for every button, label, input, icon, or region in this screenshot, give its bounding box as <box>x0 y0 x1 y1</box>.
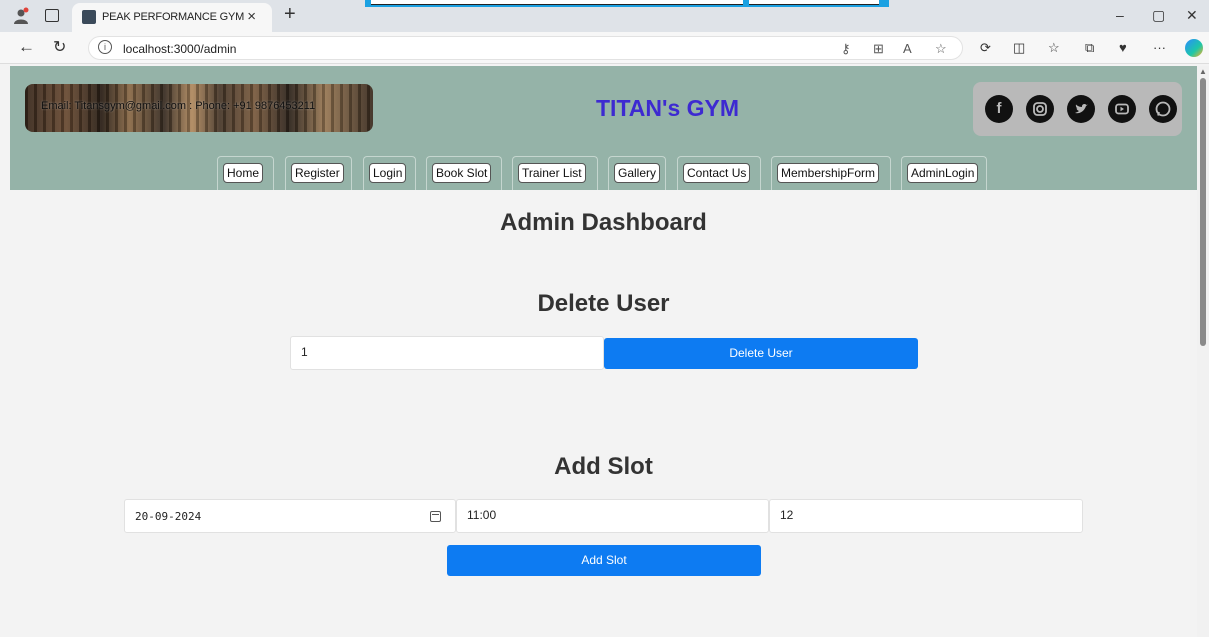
whatsapp-icon[interactable] <box>1149 95 1177 123</box>
more-options-icon[interactable]: ··· <box>1153 40 1166 55</box>
slot-time-input[interactable]: 11:00 <box>456 499 769 533</box>
copilot-icon[interactable] <box>1185 39 1203 57</box>
page-scrollbar[interactable]: ▲ <box>1197 66 1209 637</box>
delete-user-button[interactable]: Delete User <box>604 338 918 369</box>
nav-membership-form[interactable]: MembershipForm <box>771 156 891 190</box>
profile-icon[interactable] <box>12 7 30 25</box>
calendar-icon[interactable] <box>430 511 441 522</box>
scroll-up-icon[interactable]: ▲ <box>1199 67 1207 76</box>
instagram-icon[interactable] <box>1026 95 1054 123</box>
tab-title: PEAK PERFORMANCE GYM <box>102 11 245 23</box>
browser-tab-active[interactable]: PEAK PERFORMANCE GYM × <box>72 3 272 32</box>
browser-tab-bar: PEAK PERFORMANCE GYM × + – ▢ ✕ <box>0 0 1209 32</box>
scroll-thumb[interactable] <box>1200 78 1206 346</box>
gym-favicon-icon <box>82 10 96 24</box>
nav-contact-us-label[interactable]: Contact Us <box>683 163 751 183</box>
favorites-icon[interactable]: ☆ <box>1048 40 1060 56</box>
delete-user-heading: Delete User <box>537 290 670 317</box>
tab-actions-icon[interactable] <box>45 9 59 22</box>
nav-gallery[interactable]: Gallery <box>608 156 666 190</box>
split-screen-icon[interactable]: ◫ <box>1013 40 1025 56</box>
minimize-button[interactable]: – <box>1116 7 1124 23</box>
nav-home[interactable]: Home <box>217 156 274 190</box>
nav-contact-us[interactable]: Contact Us <box>677 156 761 190</box>
back-arrow-icon[interactable]: ← <box>18 37 35 57</box>
address-bar-row: ← ↻ i localhost:3000/admin ⚷ ⊞ A ☆ ⟳ ◫ ☆… <box>0 32 1209 64</box>
url-field[interactable]: i localhost:3000/admin ⚷ ⊞ A ☆ <box>88 36 963 60</box>
refresh-extension-icon[interactable]: ⟳ <box>980 40 991 56</box>
nav-login-label[interactable]: Login <box>369 163 407 183</box>
page-viewport: Email: Titansgym@gmail.com : Phone: +91 … <box>10 66 1197 637</box>
site-title: TITAN's GYM <box>596 95 740 121</box>
nav-gallery-label[interactable]: Gallery <box>614 163 661 183</box>
password-key-icon[interactable]: ⚷ <box>841 41 851 57</box>
social-links: f <box>973 82 1182 136</box>
slot-date-value: 20-09-2024 <box>135 510 202 523</box>
youtube-icon[interactable] <box>1108 95 1136 123</box>
nav-book-slot[interactable]: Book Slot <box>426 156 502 190</box>
nav-trainer-list[interactable]: Trainer List <box>512 156 598 190</box>
site-info-icon[interactable]: i <box>98 40 112 54</box>
restore-button[interactable]: ▢ <box>1152 7 1165 24</box>
new-tab-button[interactable]: + <box>284 3 296 26</box>
nav-trainer-list-label[interactable]: Trainer List <box>518 163 586 183</box>
add-slot-heading: Add Slot <box>554 453 653 480</box>
contact-banner: Email: Titansgym@gmail.com : Phone: +91 … <box>25 84 373 132</box>
refresh-icon[interactable]: ↻ <box>53 37 66 57</box>
nav-register-label[interactable]: Register <box>291 163 344 183</box>
site-header: Email: Titansgym@gmail.com : Phone: +91 … <box>10 66 1197 190</box>
nav-admin-login-label[interactable]: AdminLogin <box>907 163 979 183</box>
close-window-button[interactable]: ✕ <box>1186 7 1198 24</box>
contact-info: Email: Titansgym@gmail.com : Phone: +91 … <box>41 100 316 112</box>
url-text: localhost:3000/admin <box>123 42 237 56</box>
facebook-icon[interactable]: f <box>985 95 1013 123</box>
nav-admin-login[interactable]: AdminLogin <box>901 156 987 190</box>
app-available-icon[interactable]: ⊞ <box>873 41 884 57</box>
add-slot-button[interactable]: Add Slot <box>447 545 761 576</box>
nav-login[interactable]: Login <box>363 156 416 190</box>
collections-icon[interactable]: ⧉ <box>1085 40 1094 56</box>
favorite-star-icon[interactable]: ☆ <box>935 41 947 57</box>
nav-home-label[interactable]: Home <box>223 163 264 183</box>
nav-book-slot-label[interactable]: Book Slot <box>432 163 492 183</box>
nav-register[interactable]: Register <box>285 156 352 190</box>
nav-membership-form-label[interactable]: MembershipForm <box>777 163 880 183</box>
twitter-icon[interactable] <box>1067 95 1095 123</box>
user-id-input[interactable]: 1 <box>290 336 604 370</box>
tab-close-icon[interactable]: × <box>247 8 256 25</box>
page-title: Admin Dashboard <box>500 209 707 236</box>
slot-capacity-input[interactable]: 12 <box>769 499 1083 533</box>
browser-essentials-icon[interactable]: ♥ <box>1119 40 1127 55</box>
read-aloud-icon[interactable]: A <box>903 41 912 56</box>
window-decoration <box>365 0 889 7</box>
slot-date-input[interactable]: 20-09-2024 <box>124 499 456 533</box>
